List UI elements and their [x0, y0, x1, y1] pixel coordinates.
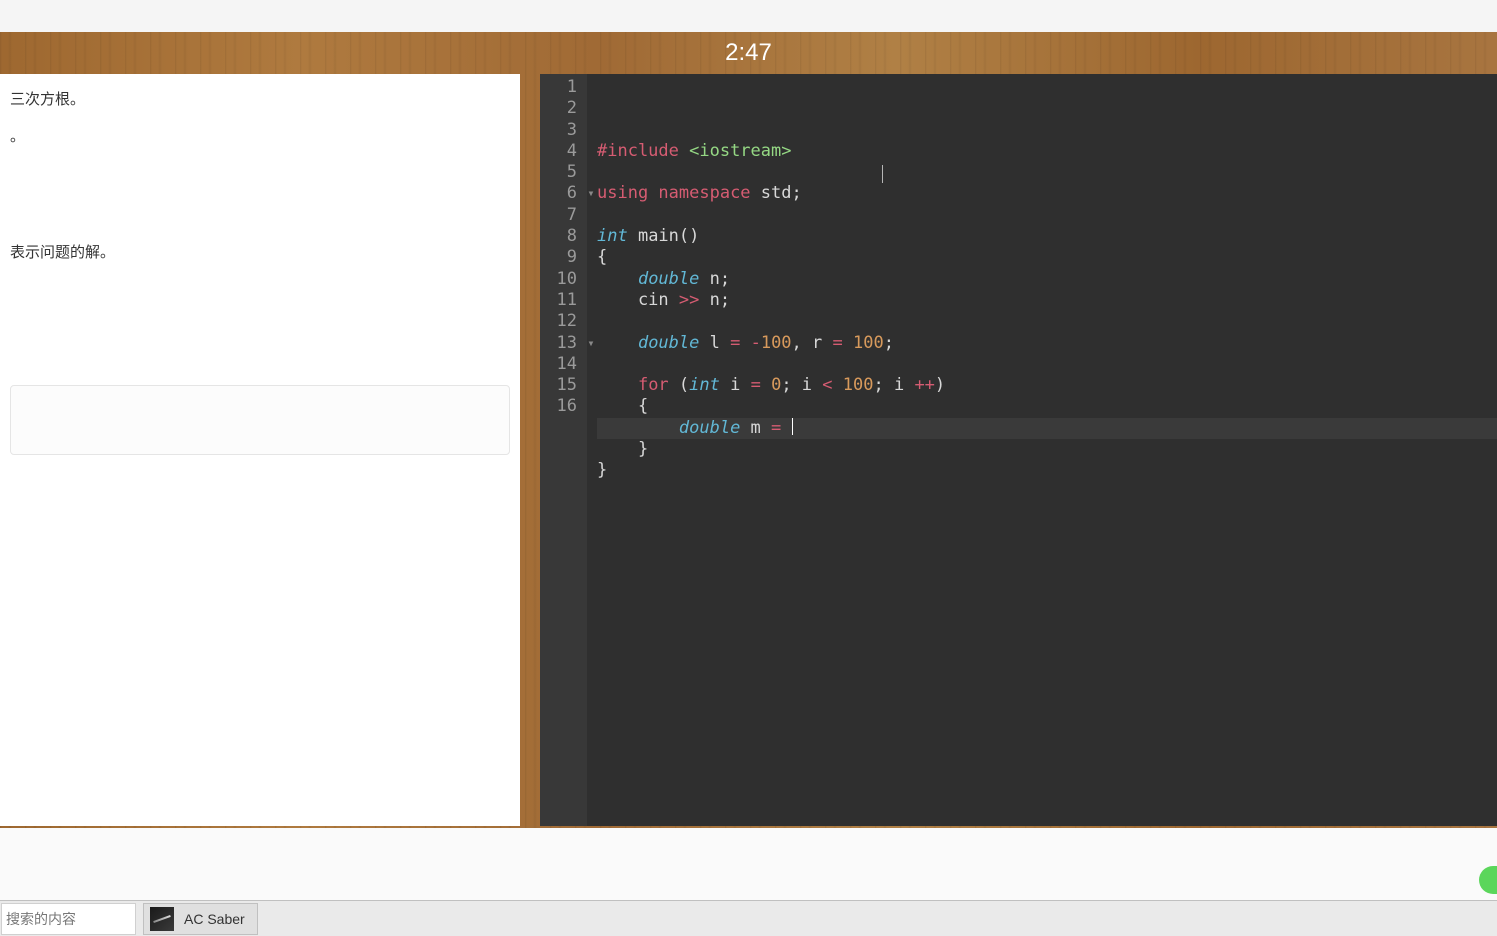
code-text-area[interactable]: #include <iostream> using namespace std; i… [595, 74, 1497, 826]
panel-divider[interactable] [520, 74, 540, 828]
code-line[interactable] [597, 354, 1497, 375]
fold-marker[interactable]: ▾ [587, 333, 595, 354]
problem-statement-panel[interactable]: 三次方根。 。 表示问题的解。 [0, 74, 520, 826]
code-line[interactable]: double l = -100, r = 100; [597, 333, 1497, 354]
line-number-gutter: 12345678910111213141516 [540, 74, 587, 826]
code-editor[interactable]: 12345678910111213141516 ▾▾ #include <ios… [540, 74, 1497, 826]
line-number: 10 [540, 269, 577, 290]
line-number: 9 [540, 247, 577, 268]
line-number: 16 [540, 396, 577, 417]
text-cursor [792, 418, 793, 435]
problem-text-2: 表示问题的解。 [10, 239, 510, 268]
line-number: 7 [540, 205, 577, 226]
fold-marker [587, 396, 595, 417]
fold-marker [587, 205, 595, 226]
mouse-ibeam-cursor [882, 165, 883, 183]
fold-marker [587, 77, 595, 98]
fold-marker [587, 141, 595, 162]
line-number: 2 [540, 98, 577, 119]
fold-marker[interactable]: ▾ [587, 183, 595, 204]
code-line[interactable]: using namespace std; [597, 183, 1497, 204]
code-line[interactable]: int main() [597, 226, 1497, 247]
line-number: 1 [540, 77, 577, 98]
fold-marker [587, 162, 595, 183]
fold-marker [587, 311, 595, 332]
code-line[interactable]: double n; [597, 269, 1497, 290]
fold-marker [587, 247, 595, 268]
windows-taskbar[interactable]: 搜索的内容 AC Saber [0, 900, 1497, 936]
line-number: 3 [540, 120, 577, 141]
code-line[interactable]: } [597, 439, 1497, 460]
code-line[interactable]: #include <iostream> [597, 141, 1497, 162]
code-line[interactable] [597, 205, 1497, 226]
app-icon [150, 907, 174, 931]
line-number: 4 [540, 141, 577, 162]
problem-section-box [10, 385, 510, 455]
code-line[interactable]: double m = [597, 418, 1497, 439]
line-number: 14 [540, 354, 577, 375]
line-number: 13 [540, 333, 577, 354]
line-number: 12 [540, 311, 577, 332]
fold-marker [587, 226, 595, 247]
fold-marker [587, 98, 595, 119]
line-number: 5 [540, 162, 577, 183]
problem-text-1: 三次方根。 [10, 86, 510, 115]
browser-top-area [0, 0, 1497, 32]
line-number: 15 [540, 375, 577, 396]
taskbar-search[interactable]: 搜索的内容 [1, 903, 136, 935]
search-placeholder: 搜索的内容 [6, 909, 76, 929]
timer-display: 2:47 [0, 32, 1497, 74]
fold-marker [587, 290, 595, 311]
app-name: AC Saber [184, 911, 245, 927]
line-number: 11 [540, 290, 577, 311]
below-workspace [0, 828, 1497, 900]
code-line[interactable]: cin >> n; [597, 290, 1497, 311]
code-line[interactable]: } [597, 460, 1497, 481]
problem-text-spacer: 。 [10, 123, 510, 167]
fold-column[interactable]: ▾▾ [587, 74, 595, 826]
taskbar-app-item[interactable]: AC Saber [143, 903, 258, 935]
fold-marker [587, 354, 595, 375]
code-line[interactable]: { [597, 247, 1497, 268]
code-line[interactable]: { [597, 396, 1497, 417]
line-number: 8 [540, 226, 577, 247]
code-line[interactable]: for (int i = 0; i < 100; i ++) [597, 375, 1497, 396]
code-line[interactable] [597, 162, 1497, 183]
main-workspace: 2:47 三次方根。 。 表示问题的解。 1234567891011121314… [0, 32, 1497, 828]
fold-marker [587, 375, 595, 396]
fold-marker [587, 269, 595, 290]
line-number: 6 [540, 183, 577, 204]
timer-text: 2:47 [725, 39, 772, 67]
fold-marker [587, 120, 595, 141]
code-line[interactable] [597, 311, 1497, 332]
